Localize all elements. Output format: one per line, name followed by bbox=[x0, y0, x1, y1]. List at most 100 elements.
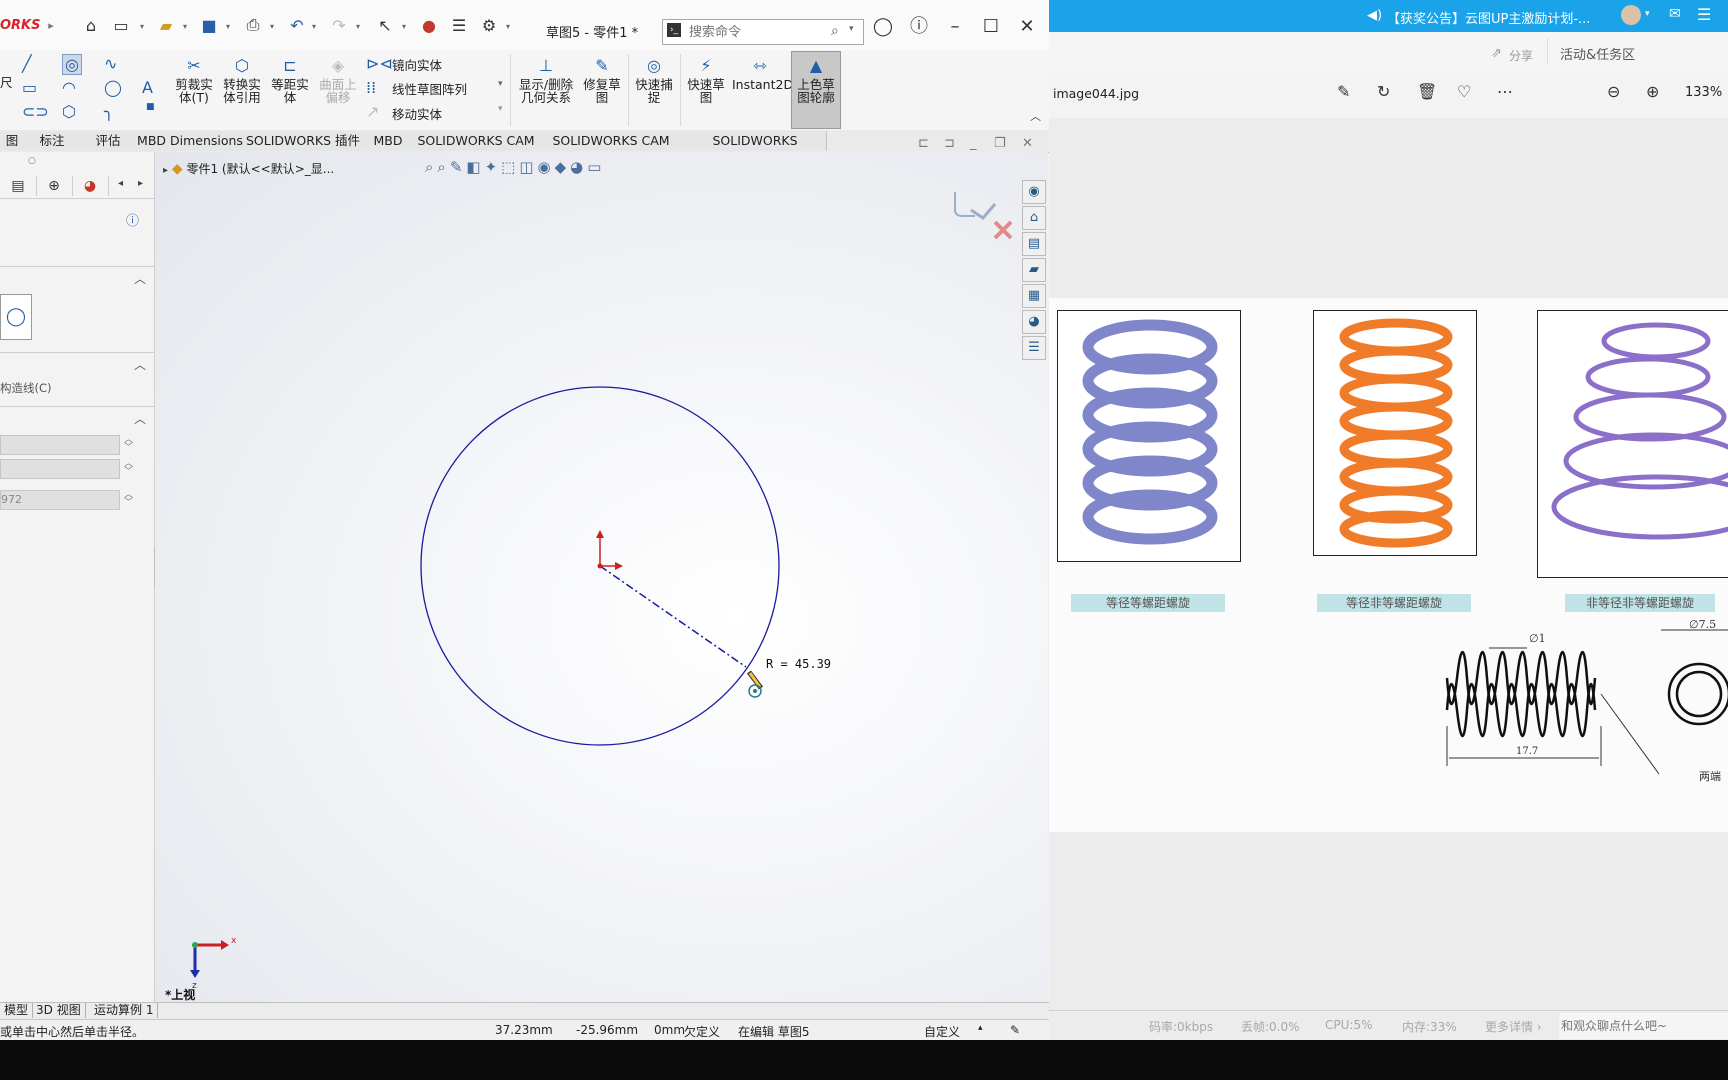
chevron-down-icon[interactable]: ▾ bbox=[270, 22, 278, 31]
search-input[interactable] bbox=[687, 22, 831, 42]
design-library-icon[interactable]: ⌂ bbox=[1022, 206, 1046, 230]
tab-solidworks-cam-tbm[interactable]: SOLIDWORKS CAM TBM bbox=[538, 131, 685, 168]
next-pane-icon[interactable]: ⊐ bbox=[944, 136, 955, 151]
save-icon[interactable]: ■ bbox=[198, 14, 220, 36]
linear-pattern-button[interactable]: 线性草图阵列 bbox=[392, 79, 467, 98]
share-button[interactable]: 分享 bbox=[1509, 47, 1533, 64]
avatar[interactable] bbox=[1621, 5, 1641, 25]
chevron-down-icon[interactable]: ▾ bbox=[402, 22, 410, 31]
chat-input[interactable] bbox=[1559, 1013, 1728, 1039]
tooltip-toggle-icon[interactable]: ✎ bbox=[1010, 1023, 1020, 1037]
spline-icon[interactable]: ∿ bbox=[104, 54, 117, 73]
print-icon[interactable]: ⎙ bbox=[242, 14, 264, 36]
repair-sketch-button[interactable]: ✎ 修复草 图 bbox=[580, 56, 624, 104]
chevron-up-icon[interactable]: ▴ bbox=[978, 1023, 983, 1033]
new-file-icon[interactable]: ▭ bbox=[110, 14, 132, 36]
tab-motion-study[interactable]: 运动算例 1 bbox=[90, 1003, 159, 1018]
radius-field[interactable]: 972 bbox=[0, 490, 120, 510]
point-icon[interactable]: ■ bbox=[146, 102, 155, 112]
mirror-entities-button[interactable]: 镜向实体 bbox=[392, 55, 442, 74]
activity-tasks-tab[interactable]: 活动&任务区 bbox=[1560, 44, 1635, 63]
chevron-down-icon[interactable]: ▾ bbox=[498, 79, 503, 89]
quick-snaps-button[interactable]: ◎ 快速捕 捉 bbox=[632, 56, 676, 104]
zoom-out-icon[interactable]: ⊖ bbox=[1607, 82, 1620, 101]
user-account-icon[interactable]: ◯ bbox=[870, 16, 896, 38]
tab-3d-views[interactable]: 3D 视图 bbox=[32, 1003, 86, 1018]
home-icon[interactable]: ⌂ bbox=[80, 14, 102, 36]
tab-solidworks-addins[interactable]: SOLIDWORKS 插件 bbox=[244, 131, 363, 151]
help-icon[interactable]: ⓘ bbox=[126, 210, 139, 229]
chevron-down-icon[interactable]: ▾ bbox=[312, 22, 320, 31]
chevron-down-icon[interactable]: ▾ bbox=[849, 24, 854, 34]
smart-dimension-label[interactable]: 尺 bbox=[0, 72, 13, 91]
polygon-icon[interactable]: ⬡ bbox=[62, 102, 76, 121]
close-doc-button[interactable]: ✕ bbox=[1022, 136, 1033, 151]
chevron-down-icon[interactable]: ▾ bbox=[140, 22, 148, 31]
chevron-down-icon[interactable]: ▾ bbox=[498, 104, 503, 114]
file-explorer-icon[interactable]: ▤ bbox=[1022, 232, 1046, 256]
spin-arrows-icon[interactable]: ︿ ﹀ bbox=[124, 491, 133, 508]
sketch-canvas[interactable]: R = 45.39 x z bbox=[155, 152, 1048, 1002]
text-icon[interactable]: A bbox=[142, 78, 153, 97]
favorite-heart-icon[interactable]: ♡ bbox=[1457, 82, 1471, 101]
shaded-sketch-contours-button[interactable]: ▲ 上色草 图轮廓 bbox=[791, 51, 841, 129]
line-icon[interactable]: ╱ bbox=[22, 54, 32, 73]
view-palette-icon[interactable]: ▦ bbox=[1022, 284, 1046, 308]
rapid-sketch-button[interactable]: ⚡ 快速草 图 bbox=[684, 56, 728, 104]
circle-type-icon[interactable]: ◯ bbox=[0, 294, 32, 340]
undo-icon[interactable]: ↶ bbox=[286, 14, 308, 36]
restore-doc-button[interactable]: ❐ bbox=[994, 136, 1006, 151]
display-delete-relations-button[interactable]: ⊥ 显示/删除 几何关系 bbox=[516, 56, 576, 104]
chevron-down-icon[interactable]: ▾ bbox=[226, 22, 234, 31]
construction-checkbox-label[interactable]: 构造线(C) bbox=[0, 380, 52, 396]
center-x-field[interactable] bbox=[0, 435, 120, 455]
arc-icon[interactable]: ◠ bbox=[62, 78, 76, 97]
pane-handle-icon[interactable]: ○ bbox=[28, 156, 36, 166]
custom-properties-icon[interactable]: ☰ bbox=[1022, 336, 1046, 360]
announcement-link[interactable]: 【获奖公告】云图UP主激励计划-... bbox=[1387, 8, 1590, 27]
search-icon[interactable]: ⌕ bbox=[831, 23, 839, 39]
appearances-icon[interactable]: ◕ bbox=[1022, 310, 1046, 334]
tab-mbd[interactable]: MBD bbox=[362, 131, 415, 151]
move-entities-button[interactable]: 移动实体 bbox=[392, 104, 442, 123]
file-properties-icon[interactable]: ☰ bbox=[448, 14, 470, 36]
trim-entities-button[interactable]: ✂ 剪裁实 体(T) bbox=[172, 56, 216, 104]
center-y-field[interactable] bbox=[0, 459, 120, 479]
search-box[interactable]: ›_ ⌕ ▾ bbox=[662, 19, 864, 45]
more-details-link[interactable]: 更多详情 › bbox=[1485, 1018, 1542, 1035]
chevron-down-icon[interactable]: ▾ bbox=[506, 22, 514, 31]
config-manager-tab-icon[interactable]: ⊕ bbox=[36, 176, 73, 196]
open-folder-icon[interactable]: ▰ bbox=[155, 14, 177, 36]
redo-icon[interactable]: ↷ bbox=[328, 14, 350, 36]
zoom-in-icon[interactable]: ⊕ bbox=[1646, 82, 1659, 101]
scroll-right-icon[interactable]: ▸ bbox=[138, 178, 143, 189]
rectangle-icon[interactable]: ▭ bbox=[22, 78, 37, 97]
fillet-icon[interactable]: ╮ bbox=[104, 102, 114, 121]
cancel-x-icon[interactable] bbox=[993, 220, 1013, 240]
select-pointer-icon[interactable]: ↖ bbox=[374, 14, 396, 36]
options-gear-icon[interactable]: ⚙ bbox=[478, 14, 500, 36]
more-options-icon[interactable]: ⋯ bbox=[1497, 82, 1513, 101]
tab-solidworks-cam[interactable]: SOLIDWORKS CAM bbox=[414, 131, 539, 151]
minimize-doc-button[interactable]: _ bbox=[970, 136, 977, 151]
slot-icon[interactable]: ⊂⊃ bbox=[22, 102, 49, 121]
spin-arrows-icon[interactable]: ︿ ﹀ bbox=[124, 460, 133, 477]
convert-entities-button[interactable]: ⬡ 转换实 体引用 bbox=[220, 56, 264, 104]
rebuild-traffic-light-icon[interactable]: ● bbox=[418, 14, 440, 36]
solidworks-resources-icon[interactable]: ◉ bbox=[1022, 180, 1046, 204]
confirmation-corner[interactable] bbox=[954, 192, 1013, 240]
open-folder-icon[interactable]: ▰ bbox=[1022, 258, 1046, 282]
graphics-area[interactable]: ▸ ◆ 零件1 (默认<<默认>_显... ⌕⌕✎◧✦⬚◫◉◆◕▭ R = 45… bbox=[155, 152, 1048, 1002]
spin-arrows-icon[interactable]: ︿ ﹀ bbox=[124, 436, 133, 453]
close-button[interactable]: ✕ bbox=[1014, 16, 1040, 38]
share-icon[interactable]: ⇗ bbox=[1491, 46, 1502, 61]
ellipse-icon[interactable]: ◯ bbox=[104, 78, 122, 97]
offset-on-surface-button[interactable]: ◈ 曲面上 偏移 bbox=[316, 56, 360, 104]
scroll-left-icon[interactable]: ◂ bbox=[118, 178, 123, 189]
rotate-icon[interactable]: ↻ bbox=[1377, 82, 1390, 101]
circle-icon[interactable]: ◎ bbox=[62, 54, 82, 75]
tab-solidworks-inspection[interactable]: SOLIDWORKS Inspection bbox=[684, 131, 827, 168]
instant2d-button[interactable]: ⇿ Instant2D bbox=[732, 56, 793, 91]
minimize-button[interactable]: – bbox=[942, 16, 968, 38]
display-manager-tab-icon[interactable]: ◕ bbox=[72, 176, 109, 196]
